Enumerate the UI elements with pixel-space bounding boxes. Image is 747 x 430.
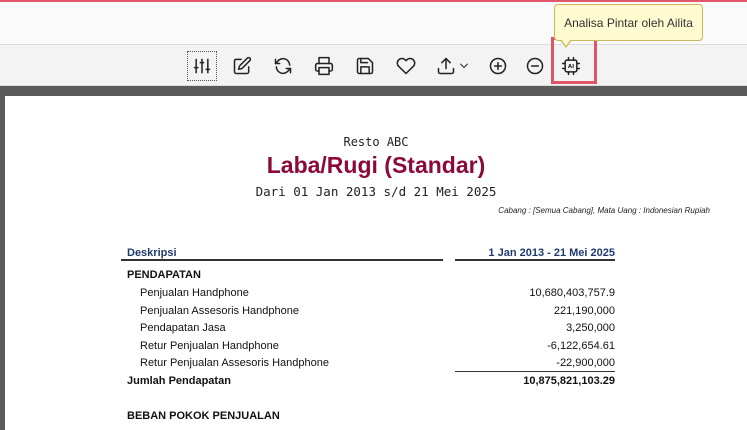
print-button[interactable] xyxy=(309,51,339,81)
tooltip: Analisa Pintar oleh Ailita xyxy=(554,4,703,41)
favorite-button[interactable] xyxy=(391,51,421,81)
row-label: PENDAPATAN xyxy=(127,269,201,281)
row-value: -6,122,654.61 xyxy=(547,340,615,352)
report-toolbar: AI xyxy=(0,44,747,86)
table-row: Penjualan Assesoris Handphone 221,190,00… xyxy=(121,305,615,321)
report-period: Dari 01 Jan 2013 s/d 21 Mei 2025 xyxy=(255,184,497,199)
export-button[interactable] xyxy=(431,51,475,81)
edit-button[interactable] xyxy=(227,51,257,81)
company-name: Resto ABC xyxy=(343,135,409,149)
row-label: Retur Penjualan Handphone xyxy=(140,340,279,352)
save-button[interactable] xyxy=(350,51,380,81)
refresh-button[interactable] xyxy=(268,51,298,81)
table-row: Penjualan Handphone 10,680,403,757.9 xyxy=(121,287,615,303)
edit-icon xyxy=(233,56,252,75)
report-viewer[interactable]: Resto ABC Laba/Rugi (Standar) Dari 01 Ja… xyxy=(0,86,747,430)
subtotal-rule xyxy=(455,371,615,372)
report-meta: Cabang : [Semua Cabang], Mata Uang : Ind… xyxy=(498,206,710,215)
ai-button-highlight xyxy=(551,37,597,84)
row-value: 221,190,000 xyxy=(553,305,615,317)
refresh-icon xyxy=(274,57,292,75)
table-row-total: Jumlah Pendapatan 10,875,821,103.29 xyxy=(121,375,615,391)
save-icon xyxy=(356,57,374,75)
table-row: Retur Penjualan Handphone -6,122,654.61 xyxy=(121,340,615,356)
table-row: Pendapatan Jasa 3,250,000 xyxy=(121,322,615,338)
heart-icon xyxy=(396,57,416,75)
upload-icon xyxy=(437,57,455,75)
column-header-period: 1 Jan 2013 - 21 Mei 2025 xyxy=(488,247,615,259)
column-header-description: Deskripsi xyxy=(127,247,177,259)
chevron-down-icon xyxy=(460,63,468,68)
row-value: 3,250,000 xyxy=(566,322,615,334)
zoom-out-button[interactable] xyxy=(520,51,550,81)
report-title: Laba/Rugi (Standar) xyxy=(266,152,486,178)
header-rule-period xyxy=(455,259,615,261)
row-label: Jumlah Pendapatan xyxy=(127,375,231,387)
header-rule-description xyxy=(121,259,443,261)
plus-circle-icon xyxy=(489,57,507,75)
table-row: PENDAPATAN xyxy=(121,269,615,285)
row-label: Pendapatan Jasa xyxy=(140,322,226,334)
report-page: Resto ABC Laba/Rugi (Standar) Dari 01 Ja… xyxy=(5,96,747,430)
row-value: 10,875,821,103.29 xyxy=(523,375,615,387)
row-label: Retur Penjualan Assesoris Handphone xyxy=(140,357,329,369)
row-label: BEBAN POKOK PENJUALAN xyxy=(127,410,280,422)
filter-settings-button[interactable] xyxy=(187,51,217,81)
row-label: Penjualan Handphone xyxy=(140,287,249,299)
minus-circle-icon xyxy=(526,57,544,75)
tooltip-arrow-fill xyxy=(561,39,571,46)
row-value: -22,900,000 xyxy=(556,357,615,369)
zoom-in-button[interactable] xyxy=(483,51,513,81)
table-row: BEBAN POKOK PENJUALAN xyxy=(121,410,615,426)
sliders-icon xyxy=(193,58,211,74)
row-value: 10,680,403,757.9 xyxy=(529,287,615,299)
printer-icon xyxy=(314,56,334,76)
row-label: Penjualan Assesoris Handphone xyxy=(140,305,300,317)
